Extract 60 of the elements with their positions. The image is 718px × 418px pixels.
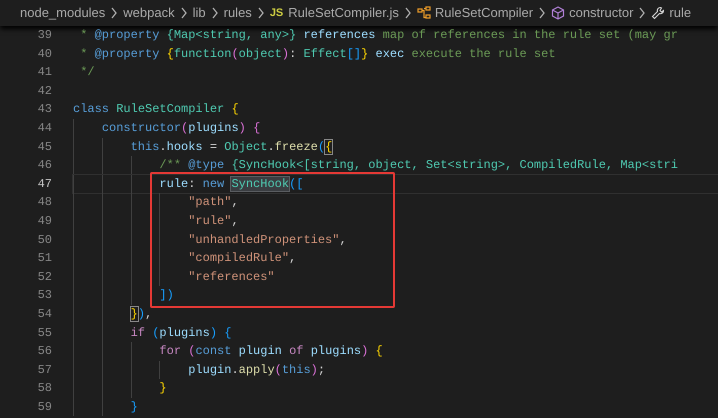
line-number: 57 xyxy=(36,362,52,379)
code-line: } xyxy=(130,400,138,414)
code-line: "compiledRule", xyxy=(187,251,296,266)
line-number: 39 xyxy=(36,27,52,44)
code-line: if (plugins) { xyxy=(130,326,232,340)
code-line: constructor(plugins) { xyxy=(100,120,260,135)
line-number: 51 xyxy=(36,250,52,268)
chevron-right-icon xyxy=(638,7,646,19)
code-line: * @property {function(object): Effect[]} exec execute the rule set xyxy=(79,46,556,61)
line-number: 45 xyxy=(36,138,52,156)
code-line: } xyxy=(158,381,167,396)
code-line: }), xyxy=(130,306,152,321)
breadcrumb-item[interactable]: RuleSetCompiler.js xyxy=(288,3,399,23)
line-number: 53 xyxy=(36,287,52,304)
line-number: 56 xyxy=(36,343,52,360)
code-line: "path", xyxy=(187,195,239,210)
code-line: "unhandledProperties", xyxy=(187,232,347,247)
line-number: 42 xyxy=(36,82,52,100)
breadcrumb-item[interactable]: rules xyxy=(224,3,252,23)
line-number: 52 xyxy=(36,268,52,286)
line-number: 58 xyxy=(36,380,52,398)
breadcrumb-item[interactable]: lib xyxy=(192,3,206,23)
line-number: 47 xyxy=(36,176,52,193)
chevron-right-icon xyxy=(110,7,118,19)
code-line: class RuleSetCompiler { xyxy=(73,102,239,116)
code-line: */ xyxy=(79,65,95,80)
code-line: "rule", xyxy=(187,214,239,228)
breadcrumb-item[interactable]: rule xyxy=(669,3,692,23)
chevron-right-icon xyxy=(404,7,412,19)
chevron-right-icon xyxy=(256,7,265,19)
wrench-icon xyxy=(651,6,666,20)
line-number: 41 xyxy=(36,64,52,82)
code-line: /** @type {SyncHook<[string, object, Set<string>, CompiledRule, Map<stri xyxy=(158,158,678,172)
line-number: 43 xyxy=(36,101,52,118)
class-icon xyxy=(416,6,431,20)
breadcrumb-item[interactable]: RuleSetCompiler xyxy=(434,3,534,23)
cube-icon xyxy=(551,6,566,20)
line-number: 49 xyxy=(36,212,52,230)
breadcrumb-item[interactable]: node_modules xyxy=(20,3,106,23)
chevron-right-icon xyxy=(538,7,546,19)
code-line: plugin.apply(this); xyxy=(187,362,326,377)
code-line: this.hooks = Object.freeze({ xyxy=(130,140,332,154)
breadcrumb-item[interactable]: constructor xyxy=(569,3,634,23)
line-number: 59 xyxy=(36,398,52,416)
line-number: 50 xyxy=(36,232,52,249)
js-file-icon: JS xyxy=(270,4,284,22)
line-number: 55 xyxy=(36,324,52,342)
line-number: 40 xyxy=(36,46,52,63)
line-number: 48 xyxy=(36,194,52,212)
line-number: 44 xyxy=(36,120,52,137)
code-line: for (const plugin of plugins) { xyxy=(158,344,383,358)
code-line: * @property {Map<string, any>} references map of references in the rule set (may gr xyxy=(79,28,678,42)
line-number: 54 xyxy=(36,306,52,323)
chevron-right-icon xyxy=(180,7,188,19)
code-line: ]) xyxy=(158,288,174,302)
chevron-right-icon xyxy=(210,7,219,19)
line-number: 46 xyxy=(36,157,52,174)
code-line: "references" xyxy=(187,270,275,284)
breadcrumb-item[interactable]: webpack xyxy=(123,3,175,23)
code-line: rule: new SyncHook([ xyxy=(158,176,304,191)
